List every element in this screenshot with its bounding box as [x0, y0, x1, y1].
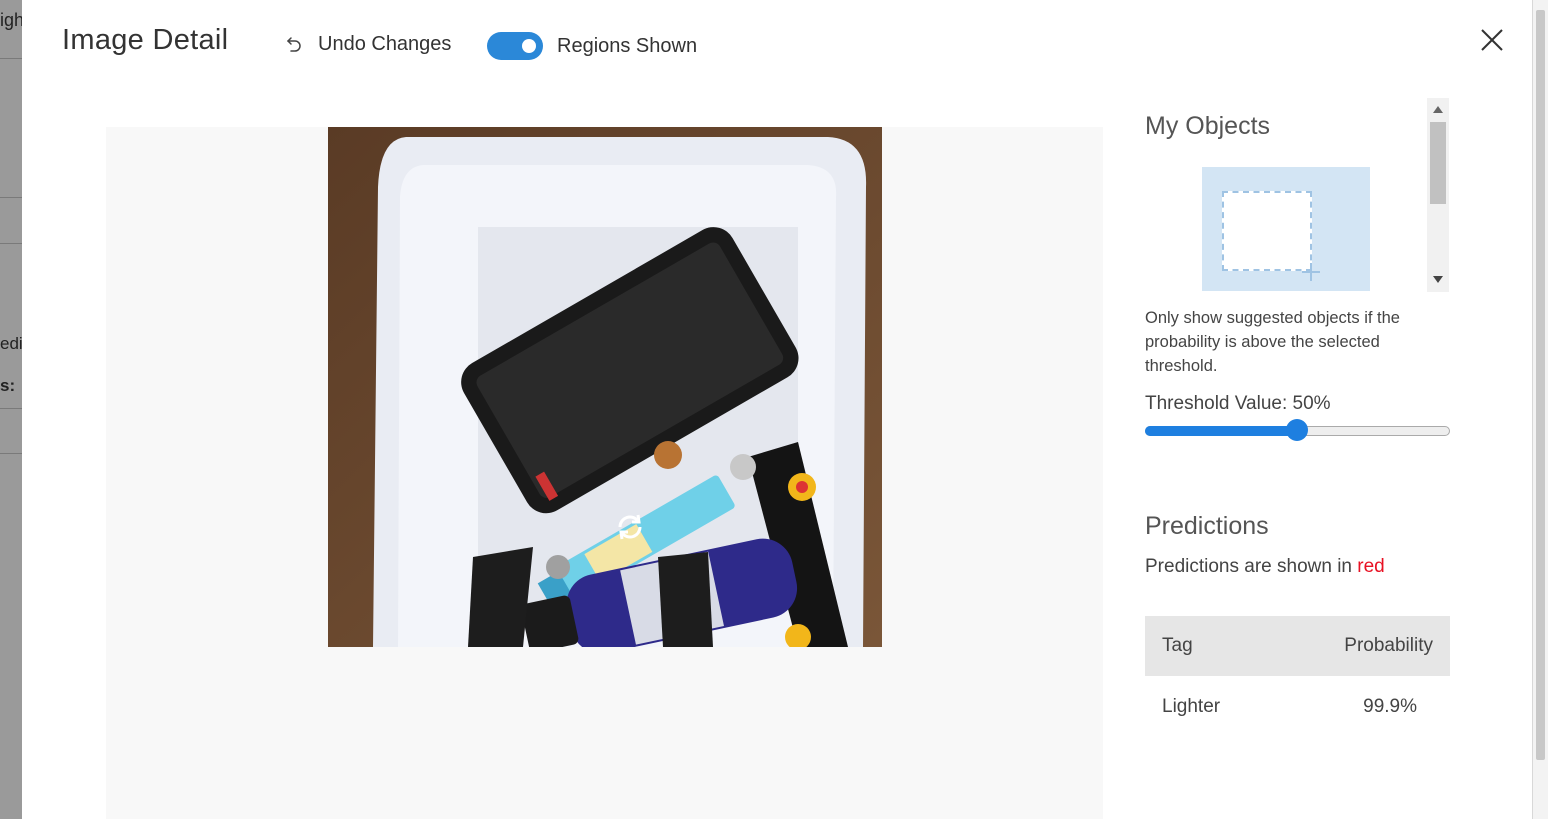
photo-illustration [328, 127, 882, 647]
page-scrollbar-thumb[interactable] [1536, 10, 1545, 760]
scroll-up-arrow-icon[interactable] [1433, 106, 1443, 113]
table-row[interactable]: Lighter 99.9% [1145, 676, 1450, 738]
column-header-probability: Probability [1344, 635, 1433, 656]
plus-icon [1302, 263, 1320, 281]
image-canvas [106, 127, 1103, 819]
table-header: Tag Probability [1145, 616, 1450, 676]
regions-shown-toggle[interactable] [487, 32, 543, 60]
detail-image[interactable] [328, 127, 882, 647]
row-tag: Lighter [1162, 696, 1221, 717]
undo-changes-label: Undo Changes [318, 32, 452, 55]
toggle-knob [522, 39, 536, 53]
background-text-fragment: s: [0, 376, 16, 395]
rotate-icon[interactable] [612, 509, 648, 545]
divider [0, 58, 22, 59]
row-probability: 99.9% [1363, 696, 1417, 717]
image-detail-dialog: Image Detail Undo Changes Regions Shown [22, 0, 1532, 819]
add-object-region-button[interactable] [1202, 167, 1370, 291]
threshold-slider[interactable] [1145, 419, 1450, 441]
undo-icon [286, 37, 301, 52]
predictions-table: Tag Probability Lighter 99.9% [1145, 616, 1450, 738]
predictions-note-text: Predictions are shown in [1145, 556, 1358, 577]
undo-changes-button[interactable]: Undo Changes [284, 32, 451, 56]
threshold-value-label: Threshold Value: 50% [1145, 393, 1331, 414]
regions-shown-label: Regions Shown [557, 34, 698, 57]
scroll-down-arrow-icon[interactable] [1433, 276, 1443, 283]
divider [0, 243, 22, 244]
page-scrollbar[interactable] [1532, 0, 1548, 819]
divider [0, 197, 22, 198]
predictions-note: Predictions are shown in red [1145, 556, 1385, 578]
dialog-header: Image Detail Undo Changes Regions Shown [22, 0, 1532, 90]
background-page: igh edi s: [0, 0, 22, 819]
divider [0, 453, 22, 454]
slider-fill [1145, 426, 1297, 436]
background-text-fragment: igh [0, 10, 22, 30]
background-text-fragment: edi [0, 334, 22, 353]
column-header-tag: Tag [1162, 635, 1193, 656]
close-icon[interactable] [1478, 26, 1506, 54]
slider-handle[interactable] [1286, 419, 1308, 441]
my-objects-title: My Objects [1145, 112, 1271, 140]
predictions-color-word: red [1357, 556, 1385, 577]
predictions-title: Predictions [1145, 512, 1269, 540]
objects-scrollbar[interactable] [1427, 98, 1449, 292]
divider [0, 408, 22, 409]
dialog-title: Image Detail [62, 24, 229, 56]
add-region-icon [1222, 191, 1312, 271]
regions-toggle-group: Regions Shown [487, 32, 697, 60]
threshold-description: Only show suggested objects if the proba… [1145, 309, 1400, 375]
scrollbar-thumb[interactable] [1430, 122, 1446, 204]
